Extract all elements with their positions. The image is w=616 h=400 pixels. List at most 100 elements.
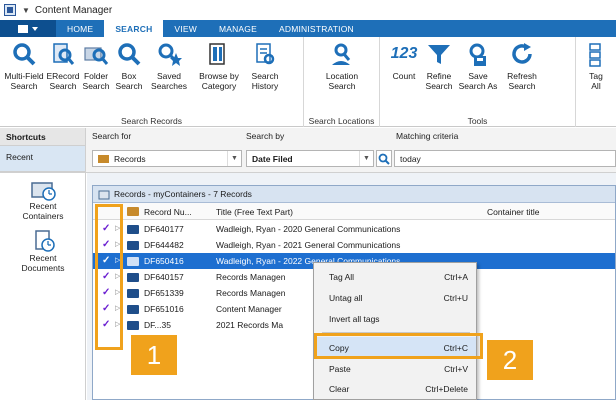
multi-field-search-button[interactable]: Multi-Field Search: [2, 39, 46, 97]
panel-title-bar: Records - myContainers - 7 Records: [93, 186, 615, 203]
title-bar: ▼ Content Manager: [0, 0, 616, 20]
shortcuts-header[interactable]: Shortcuts: [0, 128, 85, 146]
record-number-cell: DF650416: [144, 256, 184, 266]
column-header-container-title[interactable]: Container title: [487, 207, 539, 217]
title-cell: Content Manager: [216, 304, 282, 314]
quick-access-dropdown-icon[interactable]: ▼: [22, 6, 30, 15]
count-icon: 123: [390, 45, 418, 62]
category-icon: [209, 43, 225, 65]
search-for-dropdown[interactable]: Records ▼: [92, 150, 242, 167]
callout-badge-1: 1: [131, 335, 177, 375]
search-execute-button[interactable]: [376, 150, 392, 167]
group-search-records: Multi-Field Search ERecord Search Folder…: [0, 37, 304, 127]
callout-highlight-tag-column: [95, 204, 123, 350]
records-panel-icon: [98, 190, 110, 199]
record-number-cell: DF640157: [144, 272, 184, 282]
browse-by-category-button[interactable]: Browse by Category: [192, 39, 246, 97]
tab-search[interactable]: SEARCH: [104, 20, 164, 37]
location-search-icon: [332, 43, 351, 65]
search-by-label: Search by: [246, 131, 285, 141]
matching-criteria-label: Matching criteria: [396, 131, 459, 141]
refresh-search-button[interactable]: Refresh Search: [500, 39, 544, 97]
save-search-as-button[interactable]: Save Search As: [456, 39, 500, 97]
search-history-button[interactable]: Search History: [246, 39, 284, 97]
erecord-search-button[interactable]: ERecord Search: [46, 39, 80, 97]
context-menu: Tag All Ctrl+A Untag all Ctrl+U Invert a…: [313, 262, 477, 400]
container-folder-icon: [127, 257, 139, 266]
records-folder-icon: [98, 154, 109, 163]
refine-search-button[interactable]: Refine Search: [424, 39, 454, 97]
menu-item-tag-all[interactable]: Tag All Ctrl+A: [314, 266, 476, 286]
location-search-button[interactable]: Location Search: [314, 39, 370, 97]
folder-search-button[interactable]: Folder Search: [80, 39, 112, 97]
group-label-search-records: Search Records: [121, 116, 182, 126]
tab-home[interactable]: HOME: [56, 20, 104, 37]
tag-all-icon: [589, 43, 601, 67]
column-header-title[interactable]: Title (Free Text Part): [216, 207, 293, 217]
table-row[interactable]: ✓ ▷ DF644482 Wadleigh, Ryan - 2021 Gener…: [93, 237, 615, 253]
record-number-cell: DF651339: [144, 288, 184, 298]
count-button[interactable]: 123 Count: [386, 39, 422, 97]
group-label-search-locations: Search Locations: [308, 116, 375, 126]
tab-view[interactable]: VIEW: [163, 20, 208, 37]
group-search-locations: Location Search Search Locations: [304, 37, 380, 127]
search-by-dropdown[interactable]: Date Filed ▼: [246, 150, 374, 167]
panel-title: Records - myContainers - 7 Records: [114, 189, 252, 199]
app-icon[interactable]: [4, 4, 16, 16]
magnifier-icon: [13, 43, 36, 66]
saved-searches-button[interactable]: Saved Searches: [146, 39, 192, 97]
window-title: Content Manager: [34, 4, 113, 16]
saved-search-icon: [158, 43, 182, 66]
title-cell: 2021 Records Ma: [216, 320, 284, 330]
funnel-icon: [428, 45, 450, 64]
group-tags: Tag All: [576, 37, 616, 127]
recent-documents-shortcut[interactable]: Recent Documents: [0, 229, 86, 273]
container-folder-icon: [127, 225, 139, 234]
menu-item-clear[interactable]: Clear Ctrl+Delete: [314, 378, 476, 398]
file-menu-button[interactable]: [0, 20, 56, 37]
menu-item-invert-all-tags[interactable]: Invert all tags: [314, 308, 476, 328]
shortcuts-panel: Recent Containers Recent Documents: [0, 173, 86, 400]
save-search-icon: [469, 43, 486, 66]
tab-administration[interactable]: ADMINISTRATION: [268, 20, 365, 37]
document-search-icon: [53, 43, 75, 65]
record-number-cell: DF640177: [144, 224, 184, 234]
menu-item-paste[interactable]: Paste Ctrl+V: [314, 358, 476, 378]
recent-containers-shortcut[interactable]: Recent Containers: [0, 177, 86, 221]
ribbon: Multi-Field Search ERecord Search Folder…: [0, 37, 616, 127]
grid-header: Record Nu... Title (Free Text Part) Cont…: [93, 203, 615, 220]
container-folder-icon: [127, 273, 139, 282]
container-folder-icon: [127, 305, 139, 314]
record-number-cell: DF651016: [144, 304, 184, 314]
record-number-cell: DF...35: [144, 320, 171, 330]
recent-header[interactable]: Recent: [0, 146, 85, 172]
search-icon: [378, 153, 390, 165]
matching-criteria-input[interactable]: today: [394, 150, 616, 167]
container-folder-icon: [127, 321, 139, 330]
tag-all-button[interactable]: Tag All: [580, 39, 612, 97]
chevron-down-icon[interactable]: ▼: [359, 151, 373, 166]
refresh-icon: [512, 43, 532, 64]
title-cell: Records Managen: [216, 272, 286, 282]
column-header-record-number[interactable]: Record Nu...: [144, 207, 192, 217]
record-number-cell: DF644482: [144, 240, 184, 250]
callout-highlight-copy: [314, 333, 483, 359]
table-row[interactable]: ✓ ▷ DF640177 Wadleigh, Ryan - 2020 Gener…: [93, 221, 615, 237]
container-folder-icon: [127, 241, 139, 250]
group-label-tools: Tools: [467, 116, 488, 126]
ribbon-tab-bar: HOME SEARCH VIEW MANAGE ADMINISTRATION: [0, 20, 616, 37]
record-type-header-icon: [127, 207, 139, 216]
search-for-label: Search for: [92, 131, 132, 141]
search-bar: Shortcuts Recent Search for Records ▼ Se…: [0, 128, 616, 173]
group-tools: 123 Count Refine Search Save Search As R…: [380, 37, 576, 127]
menu-item-untag-all[interactable]: Untag all Ctrl+U: [314, 287, 476, 307]
box-search-icon: [118, 43, 141, 66]
title-cell: Wadleigh, Ryan - 2020 General Communicat…: [216, 224, 401, 234]
backstage-icon: [18, 24, 38, 33]
chevron-down-icon[interactable]: ▼: [227, 151, 241, 166]
recent-documents-icon: [35, 230, 55, 252]
callout-badge-2: 2: [487, 340, 533, 380]
tab-manage[interactable]: MANAGE: [208, 20, 268, 37]
shortcuts-header-column: Shortcuts Recent: [0, 128, 86, 173]
box-search-button[interactable]: Box Search: [112, 39, 146, 97]
